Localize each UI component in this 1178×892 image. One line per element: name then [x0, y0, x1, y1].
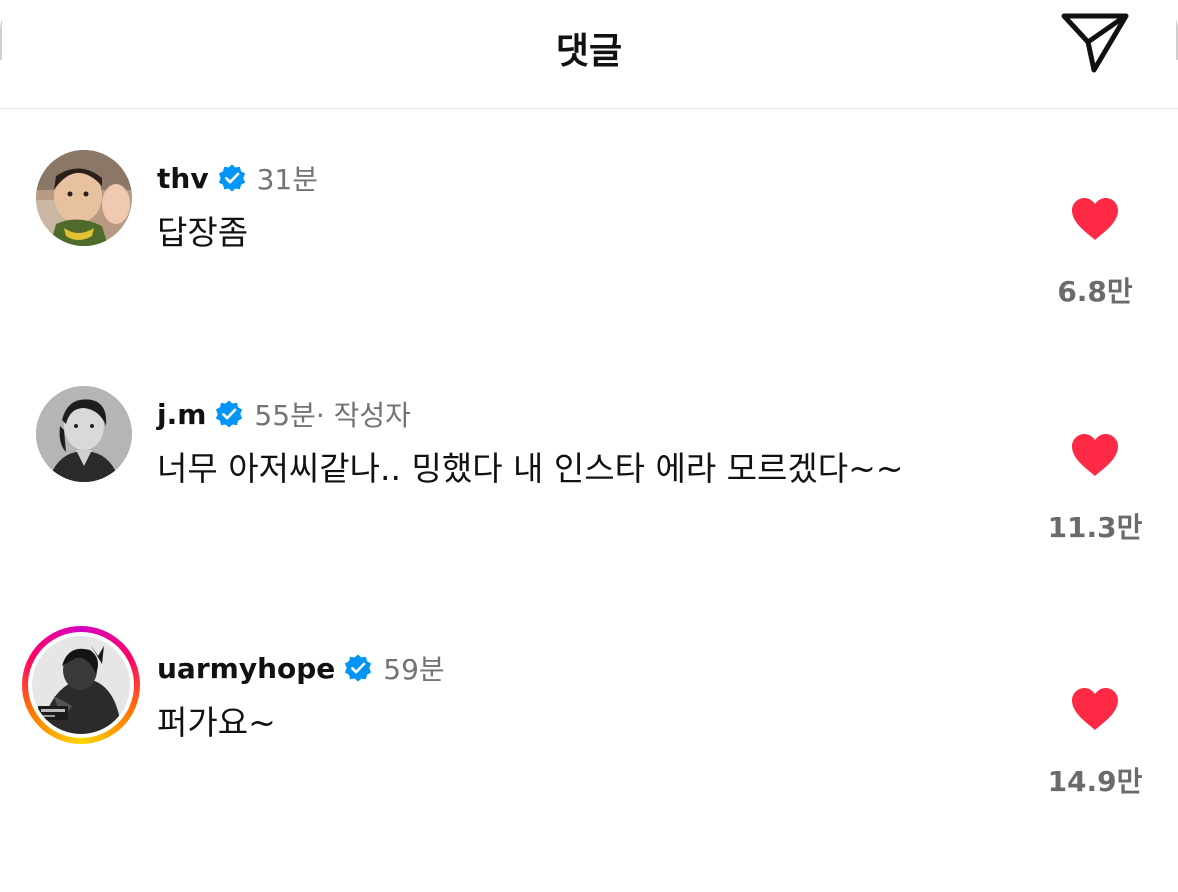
comment-time: 59분: [383, 653, 445, 686]
like-section: 6.8만: [1040, 196, 1150, 310]
heart-icon[interactable]: [1070, 432, 1120, 478]
comment-time: 31분: [256, 163, 318, 196]
page-title: 댓글: [555, 31, 623, 72]
heart-icon[interactable]: [1070, 686, 1120, 732]
comment-item: thv 31분 답장좀 6.8만: [0, 150, 1178, 310]
author-tag: · 작성자: [315, 399, 411, 432]
avatar[interactable]: [32, 636, 130, 734]
comment-meta: uarmyhope 59분: [157, 648, 445, 688]
paper-plane-icon: [1061, 13, 1129, 73]
comment-meta: j.m 55분 · 작성자: [157, 394, 411, 434]
heart-icon[interactable]: [1070, 196, 1120, 242]
comment-username[interactable]: thv: [157, 162, 209, 195]
story-ring[interactable]: [22, 626, 140, 744]
like-count: 14.9만: [1047, 765, 1143, 798]
comment-username[interactable]: uarmyhope: [157, 652, 335, 685]
like-section: 11.3만: [1040, 432, 1150, 546]
avatar[interactable]: [36, 386, 132, 482]
verified-badge-icon: [216, 400, 243, 428]
comment-time: 55분: [254, 399, 316, 432]
comments-header: 댓글: [0, 0, 1178, 109]
verified-badge-icon: [345, 654, 372, 682]
comment-username[interactable]: j.m: [157, 398, 206, 431]
comment-text: 너무 아저씨같나.. 밍했다 내 인스타 에라 모르겠다~~: [157, 449, 904, 488]
comment-text: 답장좀: [157, 213, 249, 252]
like-count: 11.3만: [1047, 511, 1143, 544]
like-count: 6.8만: [1057, 275, 1133, 308]
avatar[interactable]: [36, 150, 132, 246]
comment-item: uarmyhope 59분 퍼가요~ 14.9만: [0, 626, 1178, 800]
comment-text: 퍼가요~: [157, 703, 276, 742]
share-button[interactable]: [1058, 8, 1132, 78]
verified-badge-icon: [218, 164, 245, 192]
comment-meta: thv 31분: [157, 158, 318, 198]
comment-item: j.m 55분 · 작성자 너무 아저씨같나.. 밍했다 내 인스타 에라 모르…: [0, 386, 1178, 546]
like-section: 14.9만: [1040, 686, 1150, 800]
comments-sheet: 댓글 thv 31분 답장좀 6.8만 j.m 55분 · 작성자 너무 아저씨…: [0, 0, 1178, 892]
